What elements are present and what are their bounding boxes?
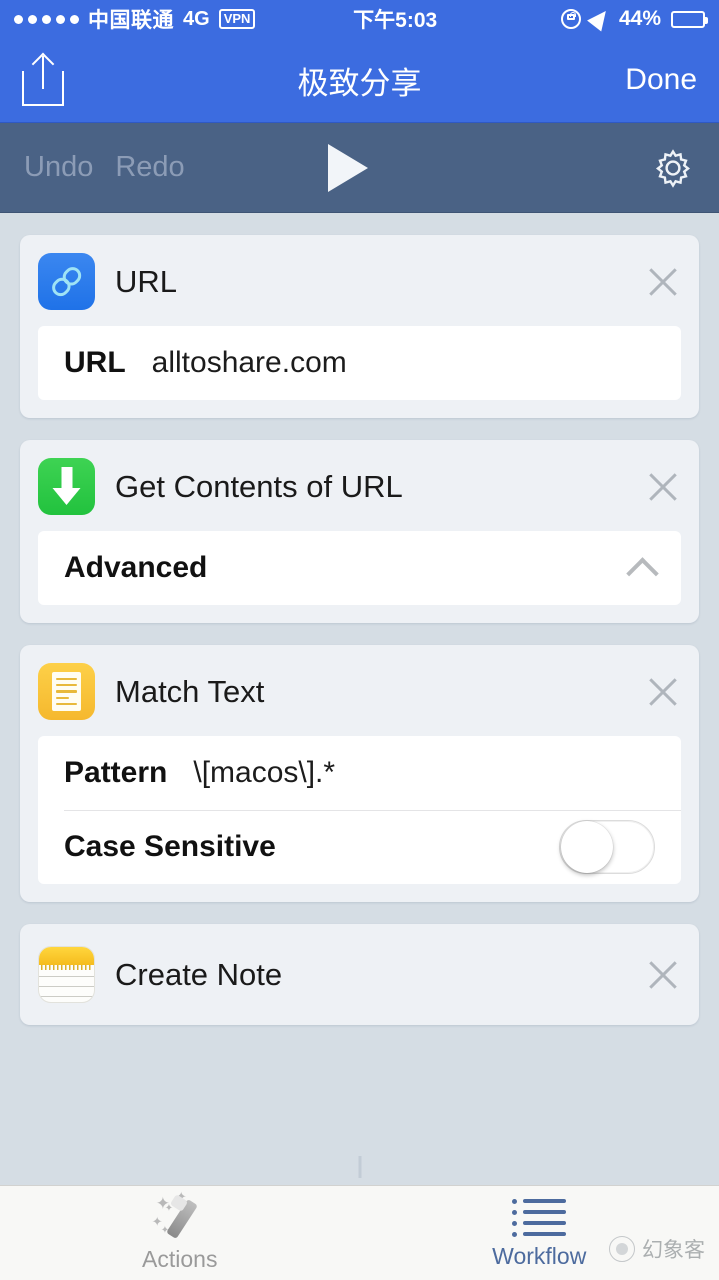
param-label: Advanced (64, 551, 208, 584)
close-icon[interactable] (645, 674, 681, 710)
action-card-wrapper: Match Text Pattern \[macos\].* Case Sens… (20, 645, 699, 902)
url-input[interactable]: alltoshare.com (152, 346, 347, 380)
watermark-text: 幻象客 (642, 1238, 705, 1262)
action-card-match-text[interactable]: Match Text Pattern \[macos\].* Case Sens… (20, 645, 699, 902)
navigation-bar: 极致分享 Done (0, 38, 719, 123)
action-title: Create Note (115, 956, 283, 992)
tab-actions-label: Actions (142, 1246, 218, 1272)
param-row-advanced[interactable]: Advanced (38, 531, 681, 605)
status-bar-clock: 下午5:03 (353, 9, 438, 32)
chevron-up-icon[interactable] (629, 555, 655, 581)
param-row-case-sensitive[interactable]: Case Sensitive (38, 810, 681, 884)
battery-icon (671, 10, 708, 28)
status-bar-left: 中国联通 4G VPN (14, 4, 256, 34)
action-card-header: Create Note (20, 924, 699, 1025)
gear-icon[interactable] (651, 146, 695, 190)
editor-toolbar: Undo Redo (0, 123, 719, 213)
tab-bar: ✦✦ ✦✦✦ Actions Workflow 幻象客 (0, 1185, 719, 1280)
action-title: Match Text (115, 673, 265, 709)
status-bar: 中国联通 4G VPN 下午5:03 44% (0, 0, 719, 38)
tab-workflow[interactable]: Workflow (360, 1186, 719, 1280)
done-button[interactable]: Done (625, 63, 697, 97)
action-title: URL (115, 263, 178, 299)
watermark-logo-icon (609, 1236, 635, 1262)
param-label: Case Sensitive (64, 830, 276, 863)
page-title: 极致分享 (297, 65, 422, 101)
signal-strength-dots-icon (14, 14, 79, 24)
battery-percent: 44% (618, 7, 661, 30)
close-icon[interactable] (645, 469, 681, 505)
action-parameters: Advanced (38, 531, 681, 605)
redo-button[interactable]: Redo (115, 151, 184, 184)
match-text-icon (38, 663, 95, 720)
workflow-app-screen: 中国联通 4G VPN 下午5:03 44% 极致分享 Done Undo Re… (0, 0, 719, 1280)
status-bar-center: 下午5:03 (255, 4, 561, 34)
action-card-wrapper: Get Contents of URL Advanced (20, 440, 699, 623)
action-card-header: Get Contents of URL (20, 440, 699, 531)
undo-button[interactable]: Undo (24, 151, 93, 184)
close-icon[interactable] (645, 957, 681, 993)
network-type: 4G (183, 7, 210, 30)
action-card-header: URL (20, 235, 699, 326)
action-card-header: Match Text (20, 645, 699, 736)
action-card-url[interactable]: URL URL alltoshare.com (20, 235, 699, 418)
rotation-lock-icon (560, 9, 581, 29)
action-card-get-contents[interactable]: Get Contents of URL Advanced (20, 440, 699, 623)
param-label: URL (64, 346, 126, 379)
action-card-wrapper: URL URL alltoshare.com (20, 235, 699, 418)
workflow-action-list[interactable]: URL URL alltoshare.com Get Contents of U… (0, 213, 719, 1185)
status-bar-right: 44% (560, 4, 708, 32)
watermark: 幻象客 (609, 1234, 705, 1264)
case-sensitive-toggle[interactable] (559, 820, 655, 874)
location-arrow-icon (587, 4, 613, 32)
share-icon[interactable] (22, 52, 64, 106)
param-row-pattern[interactable]: Pattern \[macos\].* (38, 736, 681, 810)
action-card-create-note[interactable]: Create Note (20, 924, 699, 1025)
play-icon[interactable] (327, 143, 368, 192)
tab-workflow-label: Workflow (492, 1243, 587, 1269)
list-icon (512, 1196, 567, 1238)
param-label: Pattern (64, 756, 168, 789)
link-icon (38, 253, 95, 310)
action-parameters: URL alltoshare.com (38, 326, 681, 400)
action-card-wrapper: Create Note (20, 924, 699, 1025)
param-row-url[interactable]: URL alltoshare.com (38, 326, 681, 400)
action-connector (358, 1156, 361, 1178)
tab-actions[interactable]: ✦✦ ✦✦✦ Actions (0, 1186, 360, 1280)
carrier-name: 中国联通 (88, 9, 174, 32)
vpn-badge: VPN (218, 9, 256, 29)
notes-icon (38, 946, 95, 1003)
download-arrow-icon (38, 458, 95, 515)
pattern-input[interactable]: \[macos\].* (193, 756, 335, 790)
magic-wand-icon: ✦✦ ✦✦✦ (152, 1190, 208, 1241)
action-parameters: Pattern \[macos\].* Case Sensitive (38, 736, 681, 884)
action-title: Get Contents of URL (115, 468, 403, 504)
close-icon[interactable] (645, 264, 681, 300)
